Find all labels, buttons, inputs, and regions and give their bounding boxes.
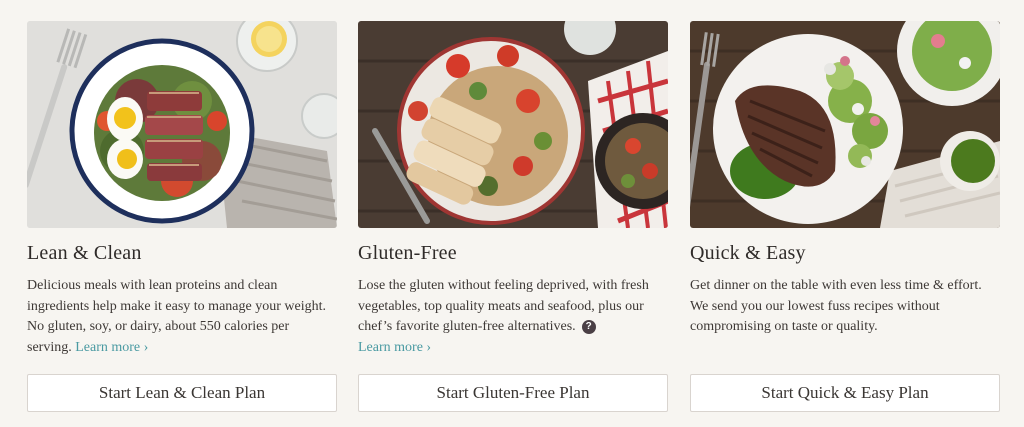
learn-more-link[interactable]: Learn more › bbox=[358, 340, 431, 355]
start-lean-clean-plan-button[interactable]: Start Lean & Clean Plan bbox=[27, 374, 337, 412]
plan-title: Quick & Easy bbox=[690, 242, 806, 264]
start-quick-easy-plan-button[interactable]: Start Quick & Easy Plan bbox=[690, 374, 1000, 412]
start-gluten-free-plan-button[interactable]: Start Gluten-Free Plan bbox=[358, 374, 668, 412]
plan-card-lean-clean: Lean & Clean Delicious meals with lean p… bbox=[27, 21, 337, 412]
meal-plans-row: Lean & Clean Delicious meals with lean p… bbox=[0, 0, 1024, 427]
plan-description: Delicious meals with lean proteins and c… bbox=[27, 276, 337, 358]
plan-description-text: Lose the gluten without feeling deprived… bbox=[358, 278, 649, 334]
help-icon[interactable]: ? bbox=[581, 320, 596, 334]
plan-card-gluten-free: Gluten-Free Lose the gluten without feel… bbox=[358, 21, 668, 412]
steak-salad-photo bbox=[690, 21, 1000, 228]
plan-card-quick-easy: Quick & Easy Get dinner on the table wit… bbox=[690, 21, 1000, 412]
plan-description-text: Delicious meals with lean proteins and c… bbox=[27, 278, 326, 355]
chicken-orzo-photo bbox=[358, 21, 668, 228]
plan-title: Gluten-Free bbox=[358, 242, 457, 264]
plan-description: Lose the gluten without feeling deprived… bbox=[358, 276, 668, 358]
seared-tuna-salad-photo bbox=[27, 21, 337, 228]
learn-more-link[interactable]: Learn more › bbox=[75, 340, 148, 355]
plan-description: Get dinner on the table with even less t… bbox=[690, 276, 1000, 338]
plan-title: Lean & Clean bbox=[27, 242, 142, 264]
plan-description-text: Get dinner on the table with even less t… bbox=[690, 278, 982, 334]
